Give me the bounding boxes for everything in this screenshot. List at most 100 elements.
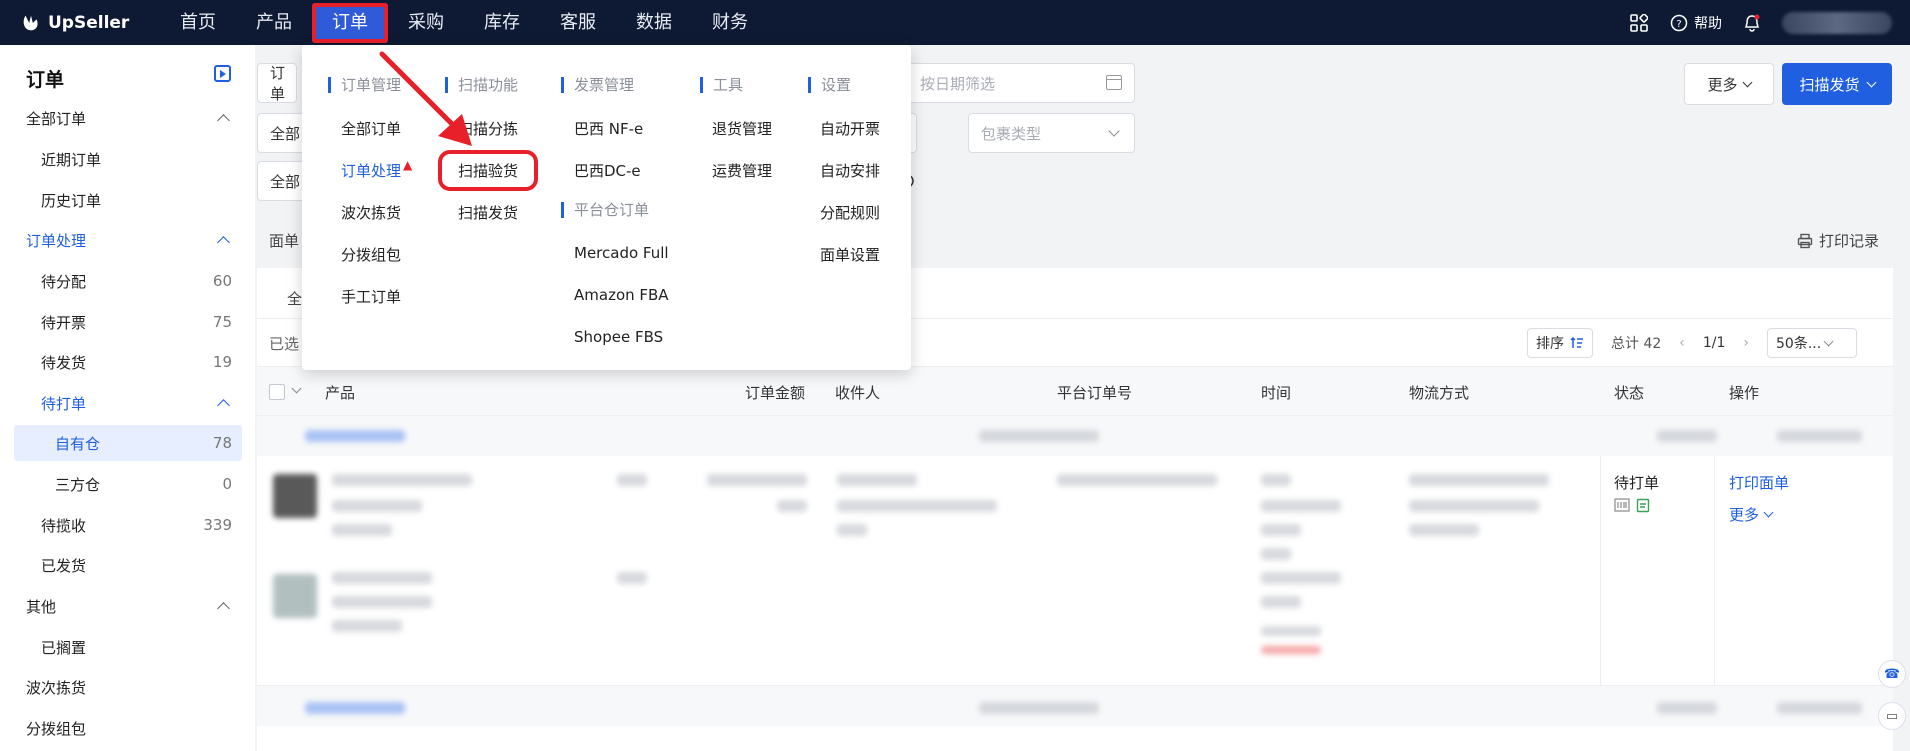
help-button[interactable]: ? 帮助: [1670, 13, 1722, 33]
filter-select-label: 全部: [270, 124, 301, 143]
next-page-icon[interactable]: ›: [1743, 335, 1749, 351]
sidebar-item-history-orders[interactable]: 历史订单: [14, 182, 242, 218]
col-recipient: 收件人: [835, 384, 881, 402]
sidebar-item-to-assign[interactable]: 待分配 60: [14, 263, 242, 299]
menu-item-mercado-full[interactable]: Mercado Full: [574, 244, 669, 262]
chevron-down-icon[interactable]: [291, 383, 302, 394]
brand-logo[interactable]: UpSeller: [20, 12, 160, 34]
sidebar-item-shipped[interactable]: 已发货: [14, 547, 242, 583]
blurred-text: [837, 474, 917, 486]
menu-item-shopee-fbs[interactable]: Shopee FBS: [574, 328, 663, 346]
sidebar-item-wave-picking[interactable]: 波次拣货: [14, 669, 242, 705]
date-filter-field[interactable]: 按日期筛选: [907, 63, 1135, 103]
menu-item-scan-inspect[interactable]: 扫描验货: [437, 150, 539, 191]
sidebar-collapse-icon[interactable]: [214, 65, 231, 82]
sidebar-item-order-processing[interactable]: 订单处理: [14, 222, 242, 258]
nav-item-purchase[interactable]: 采购: [388, 0, 464, 45]
order-group-header: [257, 686, 1893, 726]
nav-item-orders[interactable]: 订单: [312, 2, 388, 43]
nav-item-service[interactable]: 客服: [540, 0, 616, 45]
sidebar-item-on-hold[interactable]: 已搁置: [14, 629, 242, 665]
blurred-text: [332, 524, 392, 536]
scan-ship-button[interactable]: 扫描发货: [1782, 63, 1892, 105]
blurred-text: [1409, 500, 1539, 512]
nav-item-finance[interactable]: 财务: [692, 0, 768, 45]
blurred-text: [1261, 646, 1321, 654]
sidebar-item-label: 波次拣货: [26, 678, 87, 697]
menu-item-scan-ship[interactable]: 扫描发货: [458, 202, 518, 223]
sidebar-item-to-invoice[interactable]: 待开票 75: [14, 304, 242, 340]
sidebar-item-to-ship[interactable]: 待发货 19: [14, 344, 242, 380]
sidebar-item-to-print[interactable]: 待打单: [14, 385, 242, 421]
nav-item-products[interactable]: 产品: [236, 0, 312, 45]
sort-button[interactable]: 排序: [1527, 328, 1593, 358]
menu-item-brazil-dce[interactable]: 巴西DC-e: [574, 160, 641, 181]
sidebar-item-label: 待打单: [41, 394, 87, 413]
sidebar-item-recent-orders[interactable]: 近期订单: [14, 141, 242, 177]
chevron-up-icon: [217, 602, 230, 615]
sidebar-item-own-warehouse[interactable]: 自有仓 78: [14, 425, 242, 461]
print-waybill-link[interactable]: 打印面单: [1729, 472, 1789, 493]
menu-item-assignment-rules[interactable]: 分配规则: [820, 202, 880, 223]
sidebar-item-sort-packing[interactable]: 分拨组包: [14, 710, 242, 746]
apps-grid-icon[interactable]: [1630, 13, 1648, 32]
sidebar-item-to-pickup[interactable]: 待揽收 339: [14, 507, 242, 543]
menu-item-wave-picking[interactable]: 波次拣货: [341, 202, 401, 223]
sidebar-item-label: 已发货: [41, 556, 87, 575]
nav-item-inventory[interactable]: 库存: [464, 0, 540, 45]
sidebar-item-count: 339: [203, 516, 232, 534]
blurred-text: [617, 474, 647, 486]
col-product: 产品: [325, 384, 356, 402]
blurred-text: [1409, 474, 1549, 486]
filter-select-2[interactable]: 全部: [257, 113, 307, 153]
menu-item-amazon-fba[interactable]: Amazon FBA: [574, 286, 669, 304]
row-more-label: 更多: [1729, 506, 1760, 524]
chevron-down-icon: [1742, 77, 1752, 87]
menu-item-brazil-nfe[interactable]: 巴西 NF-e: [574, 118, 643, 139]
col-platform-order-no: 平台订单号: [1057, 384, 1133, 402]
menu-item-returns[interactable]: 退货管理: [712, 118, 772, 139]
sidebar-item-label: 其他: [26, 597, 57, 616]
tab-all-partial[interactable]: 全: [287, 288, 302, 309]
menu-header-invoice-management: 发票管理: [561, 77, 634, 93]
prev-page-icon[interactable]: ‹: [1679, 335, 1685, 351]
print-record-button[interactable]: 打印记录: [1797, 230, 1879, 251]
printer-icon: [1797, 233, 1813, 248]
package-type-select[interactable]: 包裹类型: [968, 113, 1135, 153]
more-button[interactable]: 更多: [1684, 63, 1774, 105]
nav-item-home[interactable]: 首页: [160, 0, 236, 45]
menu-item-auto-invoice[interactable]: 自动开票: [820, 118, 880, 139]
sidebar-item-other[interactable]: 其他: [14, 588, 242, 624]
row-more-button[interactable]: 更多: [1729, 504, 1774, 525]
user-account-blurred[interactable]: [1782, 11, 1892, 34]
fire-hot-icon: ▲: [403, 158, 413, 172]
menu-item-shipping-fees[interactable]: 运费管理: [712, 160, 772, 181]
select-all-checkbox[interactable]: [269, 384, 285, 400]
bell-icon[interactable]: [1744, 14, 1760, 32]
blurred-text: [332, 500, 422, 512]
top-navigation-bar: UpSeller 首页 产品 订单 采购 库存 客服 数据 财务 ? 帮助: [0, 0, 1910, 45]
menu-item-sort-packing[interactable]: 分拨组包: [341, 244, 401, 265]
divider: [1600, 456, 1601, 686]
sidebar-item-all-orders[interactable]: 全部订单: [14, 100, 242, 136]
menu-item-auto-arrange[interactable]: 自动安排: [820, 160, 880, 181]
tab-label-waybill[interactable]: 面单: [269, 230, 299, 251]
page-size-select[interactable]: 50条...: [1767, 328, 1858, 358]
headset-support-icon[interactable]: ☎: [1878, 660, 1906, 688]
blurred-text: [1409, 524, 1479, 536]
selected-count-label: 已选: [269, 335, 300, 353]
sidebar-item-third-party-warehouse[interactable]: 三方仓 0: [14, 466, 242, 502]
nav-item-data[interactable]: 数据: [616, 0, 692, 45]
menu-item-waybill-settings[interactable]: 面单设置: [820, 244, 880, 265]
order-group-header: [257, 416, 1893, 456]
sort-label: 排序: [1536, 336, 1564, 352]
blurred-text: [1261, 524, 1301, 536]
filter-select-3[interactable]: 全部: [257, 161, 307, 201]
date-filter-placeholder: 按日期筛选: [920, 74, 996, 93]
annotation-arrow-icon: [379, 51, 472, 146]
phone-app-icon[interactable]: ▭: [1878, 702, 1906, 730]
top-right-tools: ? 帮助: [1630, 0, 1910, 45]
menu-item-manual-order[interactable]: 手工订单: [341, 286, 401, 307]
order-search-field[interactable]: 订单: [257, 63, 297, 103]
menu-item-order-processing[interactable]: 订单处理 ▲: [341, 158, 413, 181]
